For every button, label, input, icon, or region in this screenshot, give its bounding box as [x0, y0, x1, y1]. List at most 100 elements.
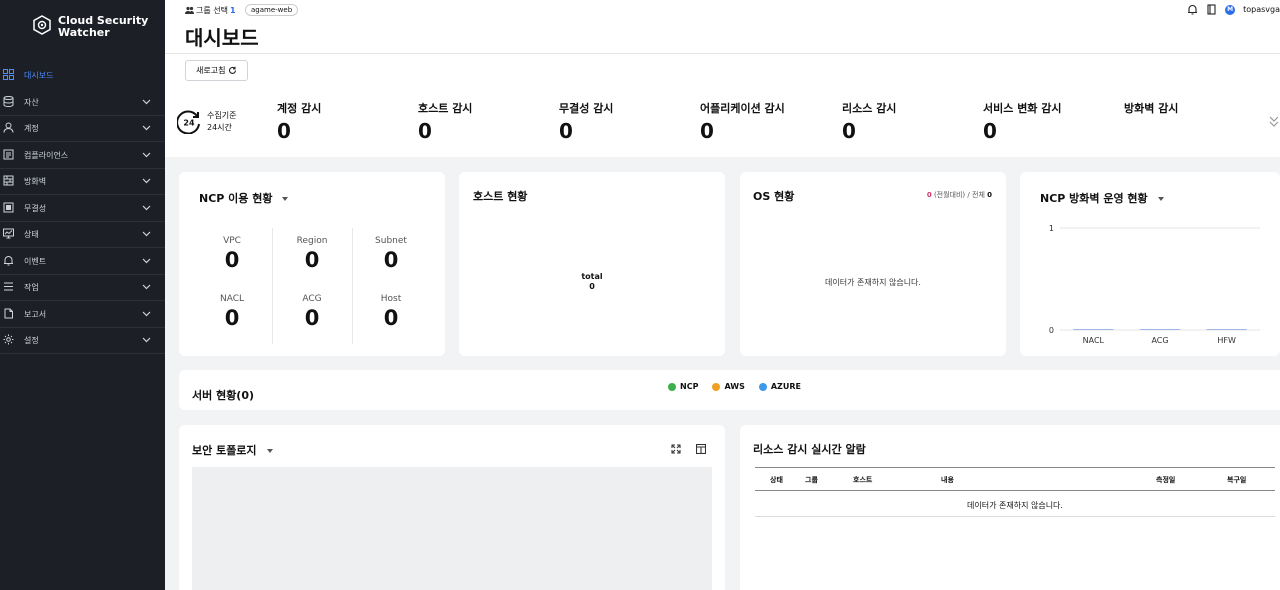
- ncp-stat-region: Region 0: [273, 236, 351, 272]
- group-selector[interactable]: 그룹 선택 1: [185, 5, 236, 16]
- app-logo[interactable]: Cloud Security Watcher: [32, 15, 148, 39]
- firewall-chart: 1 0 NACL ACG HFW: [1049, 224, 1260, 345]
- group-selector-label: 그룹 선택: [196, 6, 228, 15]
- legend-item-ncp[interactable]: NCP: [668, 382, 698, 391]
- legend-item-azure[interactable]: AZURE: [758, 382, 801, 391]
- divider: [272, 228, 273, 344]
- ncp-stat-value: 0: [304, 248, 320, 272]
- empty-message: 데이터가 존재하지 않습니다.: [825, 278, 921, 287]
- ncp-stat-label: Subnet: [375, 236, 407, 246]
- stat-label: 어플리케이션 감시: [700, 102, 785, 115]
- sidebar-item-events[interactable]: 이벤트: [0, 248, 165, 274]
- layout-icon[interactable]: [696, 444, 706, 454]
- expand-icon[interactable]: [1268, 115, 1280, 129]
- fullscreen-icon[interactable]: [671, 444, 681, 454]
- stat-value: 0: [277, 119, 291, 143]
- app-name-line2: Watcher: [58, 26, 110, 39]
- chevron-down-icon: [142, 205, 151, 211]
- x-tick-label: NACL: [1083, 336, 1105, 345]
- stat-service-change[interactable]: 서비스 변화 감시 0: [983, 100, 1062, 143]
- x-tick-label: HFW: [1217, 336, 1236, 345]
- sidebar-item-status[interactable]: 상태: [0, 221, 165, 247]
- sidebar-item-label: 자산: [24, 97, 39, 107]
- ncp-stat-subnet: Subnet 0: [352, 236, 430, 272]
- stat-label: 계정 감시: [277, 102, 322, 115]
- column-header-host[interactable]: 호스트: [853, 475, 872, 485]
- stat-value: 0: [559, 119, 573, 143]
- sidebar-item-assets[interactable]: 자산: [0, 89, 165, 115]
- stat-application[interactable]: 어플리케이션 감시 0: [700, 100, 785, 143]
- page-title: 대시보드: [185, 26, 259, 50]
- legend-dot: [758, 382, 767, 391]
- sidebar-item-label: 작업: [24, 282, 39, 292]
- ncp-stat-value: 0: [383, 306, 399, 330]
- chevron-down-icon: [142, 231, 151, 237]
- refresh-button[interactable]: 새로고침: [185, 60, 249, 81]
- chevron-down-icon: [142, 311, 151, 317]
- bell-icon: [4, 256, 13, 266]
- user-name[interactable]: topasvga: [1243, 5, 1280, 14]
- column-header-measured[interactable]: 측정일: [1156, 475, 1175, 485]
- legend-label: AWS: [724, 382, 745, 391]
- bar: [1206, 329, 1247, 330]
- report-icon: [4, 308, 13, 319]
- ncp-stat-label: VPC: [223, 236, 241, 246]
- column-header-recovered[interactable]: 복구일: [1227, 475, 1246, 485]
- legend-item-aws[interactable]: AWS: [712, 382, 745, 391]
- gear-icon: [3, 334, 14, 345]
- top-header: 그룹 선택 1 agame-web 대시보드 M topasvga: [165, 0, 1280, 54]
- group-count: 1: [229, 6, 236, 15]
- sidebar: Cloud Security Watcher 대시보드 자산 계정 컴플라이언스…: [0, 0, 165, 590]
- sidebar-item-firewall[interactable]: 방화벽: [0, 168, 165, 194]
- sidebar-item-label: 설정: [24, 335, 39, 345]
- column-header-status[interactable]: 상태: [770, 475, 783, 485]
- column-header-content[interactable]: 내용: [941, 475, 954, 485]
- integrity-icon: [3, 202, 14, 213]
- stat-label: 서비스 변화 감시: [983, 102, 1062, 115]
- stat-host[interactable]: 호스트 감시 0: [418, 100, 472, 143]
- ncp-stat-label: ACG: [302, 294, 322, 304]
- os-delta-value: 0: [926, 191, 932, 199]
- sidebar-item-tasks[interactable]: 작업: [0, 274, 165, 300]
- sidebar-item-compliance[interactable]: 컴플라이언스: [0, 142, 165, 168]
- ncp-usage-title[interactable]: NCP 이용 현황: [199, 190, 289, 206]
- stat-firewall[interactable]: 방화벽 감시: [1124, 100, 1178, 119]
- topology-canvas[interactable]: [192, 467, 712, 590]
- firewall-icon: [3, 175, 14, 186]
- sidebar-item-label: 계정: [24, 123, 39, 133]
- sidebar-item-settings[interactable]: 설정: [0, 327, 165, 353]
- ncp-stat-nacl: NACL 0: [193, 294, 271, 330]
- sidebar-item-accounts[interactable]: 계정: [0, 115, 165, 141]
- ncp-usage-card: NCP 이용 현황 VPC 0 Region 0 Subnet 0 NACL 0 ACG…: [179, 172, 445, 356]
- sidebar-item-integrity[interactable]: 무결성: [0, 195, 165, 221]
- ncp-stat-label: Region: [296, 236, 328, 246]
- legend-label: NCP: [680, 382, 699, 391]
- badge-line1: 수집기준: [207, 111, 237, 120]
- sidebar-item-dashboard[interactable]: 대시보드: [0, 62, 165, 88]
- ncp-stat-label: Host: [380, 294, 402, 304]
- ncp-stat-value: 0: [383, 248, 399, 272]
- sidebar-item-reports[interactable]: 보고서: [0, 301, 165, 327]
- alarm-card: 리소스 감시 실시간 알람 상태 그룹 호스트 내용 측정일 복구일 데이터가 …: [740, 425, 1280, 590]
- group-tag[interactable]: agame-web: [245, 4, 299, 16]
- stat-value: 0: [700, 119, 714, 143]
- ncp-stat-value: 0: [224, 306, 240, 330]
- y-tick-label: 0: [1049, 326, 1054, 335]
- column-header-group[interactable]: 그룹: [805, 475, 818, 485]
- stat-account[interactable]: 계정 감시 0: [277, 100, 321, 143]
- avatar[interactable]: M: [1225, 4, 1236, 15]
- y-tick-label: 1: [1049, 224, 1054, 233]
- topology-title-text: 보안 토폴로지: [192, 444, 257, 457]
- stat-resource[interactable]: 리소스 감시 0: [842, 100, 896, 143]
- os-total-label: 전체: [972, 191, 985, 199]
- bell-icon[interactable]: [1187, 4, 1198, 15]
- sidebar-item-label: 보고서: [24, 309, 47, 319]
- sidebar-item-label: 무결성: [24, 203, 47, 213]
- sidebar-item-label: 방화벽: [24, 176, 47, 186]
- divider: [0, 353, 165, 354]
- book-icon[interactable]: [1206, 4, 1217, 15]
- topology-title[interactable]: 보안 토폴로지: [192, 442, 273, 458]
- stat-integrity[interactable]: 무결성 감시 0: [559, 100, 613, 143]
- ncp-stat-value: 0: [224, 248, 240, 272]
- sidebar-item-label: 컴플라이언스: [24, 150, 69, 160]
